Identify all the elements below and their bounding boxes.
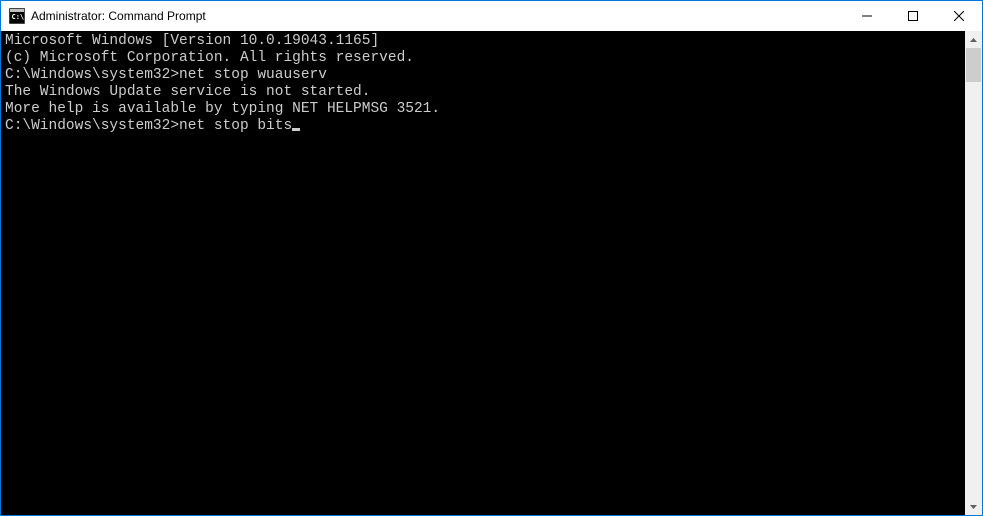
console-line: (c) Microsoft Corporation. All rights re… [5, 50, 961, 67]
titlebar[interactable]: C:\ Administrator: Command Prompt [1, 1, 982, 31]
command-prompt-window: C:\ Administrator: Command Prompt [0, 0, 983, 516]
svg-text:C:\: C:\ [12, 13, 25, 21]
chevron-up-icon [970, 38, 977, 42]
command-text: net stop bits [179, 118, 292, 134]
minimize-icon [862, 11, 872, 21]
cursor [292, 128, 300, 131]
minimize-button[interactable] [844, 1, 890, 31]
maximize-icon [908, 11, 918, 21]
close-button[interactable] [936, 1, 982, 31]
console-line: More help is available by typing NET HEL… [5, 101, 961, 118]
chevron-down-icon [970, 505, 977, 509]
close-icon [954, 11, 964, 21]
console-content[interactable]: Microsoft Windows [Version 10.0.19043.11… [1, 31, 965, 515]
window-title: Administrator: Command Prompt [31, 9, 844, 23]
prompt-text: C:\Windows\system32> [5, 67, 179, 83]
scroll-down-button[interactable] [965, 498, 982, 515]
console-line: C:\Windows\system32>net stop wuauserv [5, 67, 961, 84]
console-line: Microsoft Windows [Version 10.0.19043.11… [5, 33, 961, 50]
command-text: net stop wuauserv [179, 67, 327, 83]
prompt-text: C:\Windows\system32> [5, 118, 179, 134]
scroll-thumb[interactable] [966, 48, 981, 82]
console-line: C:\Windows\system32>net stop bits [5, 118, 961, 135]
maximize-button[interactable] [890, 1, 936, 31]
cmd-icon: C:\ [9, 8, 25, 24]
scroll-up-button[interactable] [965, 31, 982, 48]
window-controls [844, 1, 982, 31]
vertical-scrollbar[interactable] [965, 31, 982, 515]
console-line: The Windows Update service is not starte… [5, 84, 961, 101]
console-area: Microsoft Windows [Version 10.0.19043.11… [1, 31, 982, 515]
